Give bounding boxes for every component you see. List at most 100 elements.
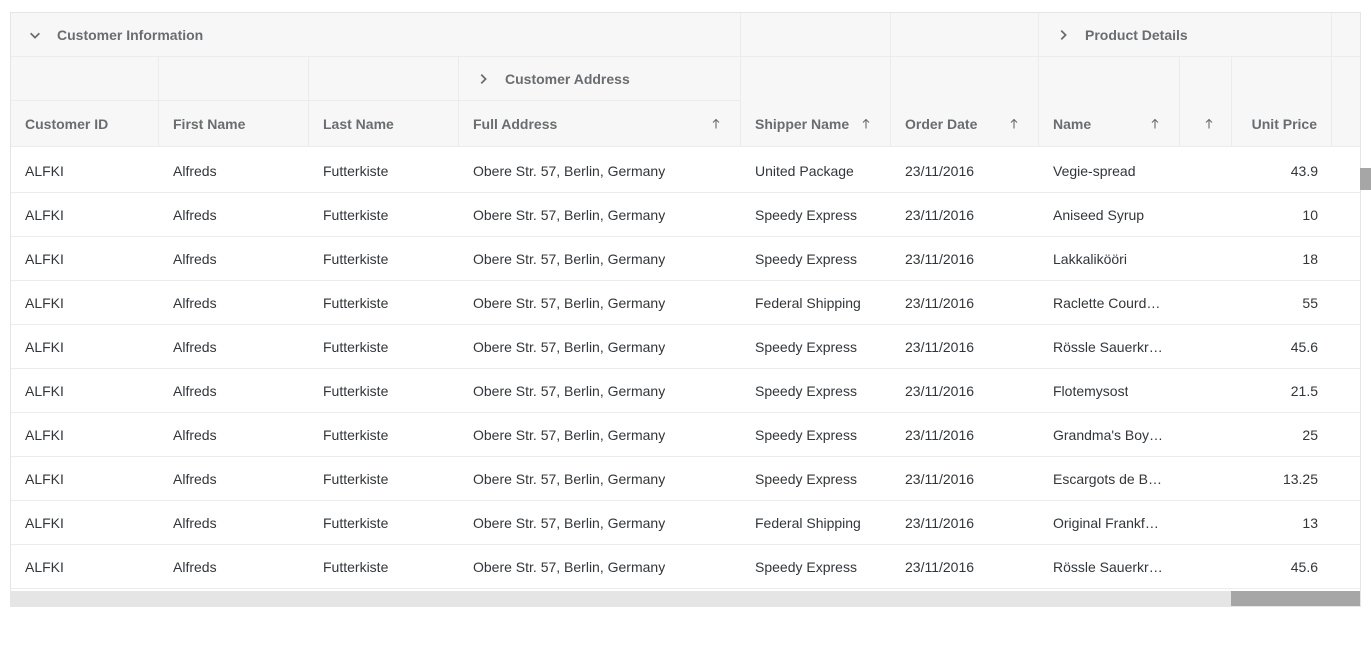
- group-label: Customer Address: [505, 71, 630, 87]
- cell: 25: [1232, 413, 1332, 456]
- cell-text: ALFKI: [25, 251, 64, 267]
- cell-text: Alfreds: [173, 515, 217, 531]
- cell-text: Futterkiste: [323, 471, 388, 487]
- cell-text: 23/11/2016: [905, 163, 974, 179]
- cell: ALFKI: [11, 501, 159, 544]
- table-row[interactable]: ALFKIAlfredsFutterkisteObere Str. 57, Be…: [11, 369, 1360, 413]
- cell: Federal Shipping: [741, 501, 891, 544]
- subgroup-empty: [159, 57, 309, 101]
- cell: Futterkiste: [309, 545, 459, 588]
- table-row[interactable]: ALFKIAlfredsFutterkisteObere Str. 57, Be…: [11, 457, 1360, 501]
- vertical-scrollbar-thumb[interactable]: [1360, 168, 1371, 190]
- cell-text: 10: [1302, 207, 1318, 223]
- cell: Original Frankfur...: [1039, 501, 1180, 544]
- cell: Futterkiste: [309, 457, 459, 500]
- column-header-last-name[interactable]: Last Name: [309, 101, 459, 147]
- table-row[interactable]: ALFKIAlfredsFutterkisteObere Str. 57, Be…: [11, 325, 1360, 369]
- column-header-full-address[interactable]: Full Address: [459, 101, 741, 147]
- cell-text: Futterkiste: [323, 339, 388, 355]
- cell: Alfreds: [159, 149, 309, 192]
- cell: Alfreds: [159, 369, 309, 412]
- table-row[interactable]: ALFKIAlfredsFutterkisteObere Str. 57, Be…: [11, 193, 1360, 237]
- cell: Grandma's Boys...: [1039, 413, 1180, 456]
- cell: 43.9: [1232, 149, 1332, 192]
- cell-text: Futterkiste: [323, 163, 388, 179]
- cell: Obere Str. 57, Berlin, Germany: [459, 501, 741, 544]
- cell: Futterkiste: [309, 237, 459, 280]
- column-group-row: Customer Information Product Details: [11, 13, 1360, 57]
- cell: Alfreds: [159, 281, 309, 324]
- cell: [1180, 281, 1232, 324]
- cell-text: Obere Str. 57, Berlin, Germany: [473, 471, 665, 487]
- cell: 55: [1232, 281, 1332, 324]
- cell-text: ALFKI: [25, 163, 64, 179]
- cell: Speedy Express: [741, 369, 891, 412]
- table-row[interactable]: ALFKIAlfredsFutterkisteObere Str. 57, Be…: [11, 545, 1360, 589]
- cell-text: Rössle Sauerkraut: [1053, 339, 1166, 355]
- cell-text: Futterkiste: [323, 515, 388, 531]
- column-header-shipper-name[interactable]: Shipper Name: [741, 101, 891, 147]
- sort-ascending-icon: [706, 114, 726, 134]
- column-header-unit-price[interactable]: Unit Price: [1232, 101, 1332, 147]
- cell-text: 13: [1302, 515, 1318, 531]
- cell: 23/11/2016: [891, 281, 1039, 324]
- table-row[interactable]: ALFKI Alfreds Futterkiste Obere Str. 57, Be…: [11, 501, 1360, 545]
- table-row[interactable]: ALFKIAlfredsFutterkisteObere Str. 57, Be…: [11, 149, 1360, 193]
- cell: Federal Shipping: [741, 281, 891, 324]
- cell-text: Obere Str. 57, Berlin, Germany: [473, 559, 665, 575]
- column-header-customer-id[interactable]: Customer ID: [11, 101, 159, 147]
- cell: United Package: [741, 149, 891, 192]
- data-grid: Customer Information Product Details: [10, 12, 1361, 607]
- cell-text: Alfreds: [173, 339, 217, 355]
- cell-text: 45.6: [1291, 339, 1318, 355]
- cell-text: Federal Shipping: [755, 515, 861, 531]
- cell-text: ALFKI: [25, 383, 64, 399]
- cell: Obere Str. 57, Berlin, Germany: [459, 237, 741, 280]
- sort-ascending-icon: [1145, 114, 1165, 134]
- cell-text: Lakkalikööri: [1053, 251, 1127, 267]
- grid-body: ALFKIAlfredsFutterkisteObere Str. 57, Be…: [11, 149, 1360, 591]
- cell: [1332, 501, 1360, 544]
- cell: 23/11/2016: [891, 237, 1039, 280]
- sort-ascending-icon: [1199, 114, 1219, 134]
- spacer: [1332, 13, 1360, 57]
- chevron-down-icon: [25, 25, 45, 45]
- cell-text: 23/11/2016: [905, 427, 974, 443]
- column-header-name[interactable]: Name: [1039, 101, 1180, 147]
- table-row[interactable]: ALFKIAlfredsFutterkisteObere Str. 57, Be…: [11, 413, 1360, 457]
- table-row[interactable]: ALFKIAlfredsFutterkisteObere Str. 57, Be…: [11, 237, 1360, 281]
- horizontal-scrollbar-thumb[interactable]: [1231, 591, 1360, 606]
- cell: Escargots de Bo...: [1039, 457, 1180, 500]
- sort-ascending-icon: [856, 114, 876, 134]
- cell-text: Speedy Express: [755, 559, 857, 575]
- cell: Alfreds: [159, 545, 309, 588]
- cell: 18: [1232, 237, 1332, 280]
- cell-text: 23/11/2016: [905, 471, 974, 487]
- cell: Speedy Express: [741, 413, 891, 456]
- cell: Flotemysost: [1039, 369, 1180, 412]
- cell-text: Alfreds: [173, 471, 217, 487]
- cell: [1180, 149, 1232, 192]
- horizontal-scrollbar[interactable]: [11, 591, 1360, 606]
- cell: Obere Str. 57, Berlin, Germany: [459, 193, 741, 236]
- column-header-first-name[interactable]: First Name: [159, 101, 309, 147]
- table-row[interactable]: ALFKIAlfredsFutterkisteObere Str. 57, Be…: [11, 281, 1360, 325]
- column-header-hidden-sorted[interactable]: [1180, 101, 1232, 147]
- cell: [1332, 149, 1360, 192]
- cell: [1180, 193, 1232, 236]
- column-header-order-date[interactable]: Order Date: [891, 101, 1039, 147]
- cell: Obere Str. 57, Berlin, Germany: [459, 325, 741, 368]
- sort-ascending-icon: [1004, 114, 1024, 134]
- cell: Vegie-spread: [1039, 149, 1180, 192]
- group-header-customer-info[interactable]: Customer Information: [11, 13, 741, 57]
- cell: [1180, 457, 1232, 500]
- cell-text: Alfreds: [173, 207, 217, 223]
- subgroup-customer-address[interactable]: Customer Address: [459, 57, 741, 101]
- cell: 23/11/2016: [891, 369, 1039, 412]
- cell-text: ALFKI: [25, 295, 64, 311]
- group-header-product-details[interactable]: Product Details: [1039, 13, 1332, 57]
- cell: [1332, 413, 1360, 456]
- cell: [1180, 237, 1232, 280]
- cell: Futterkiste: [309, 369, 459, 412]
- cell: 21.5: [1232, 369, 1332, 412]
